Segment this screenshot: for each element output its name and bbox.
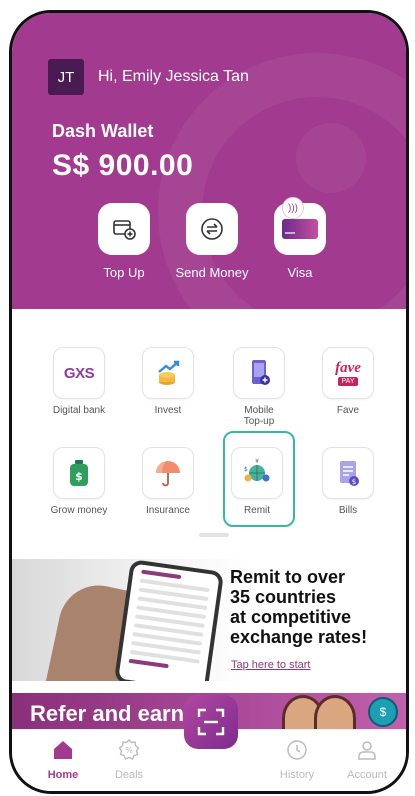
remit-promo-banner[interactable]: Remit to over 35 countries at competitiv… (12, 559, 406, 681)
greeting-text: Hi, Emily Jessica Tan (98, 68, 249, 85)
banner-headline: Remit to over 35 countries at competitiv… (230, 567, 368, 647)
nav-home-label: Home (47, 769, 79, 781)
top-up-icon[interactable] (98, 203, 150, 255)
contactless-icon: ))) (282, 197, 304, 219)
fave-label: Fave (336, 405, 360, 416)
send-money-icon[interactable] (186, 203, 238, 255)
digital-bank-label: Digital bank (52, 405, 106, 416)
refer-title: Refer and earn (30, 701, 185, 726)
banner-cta-link[interactable]: Tap here to start (231, 659, 311, 671)
scan-icon (197, 708, 225, 736)
history-clock-icon (287, 740, 307, 760)
account-icon (358, 741, 376, 760)
invest-tile[interactable]: Invest (122, 347, 214, 416)
dollar-coin-icon: $ (368, 697, 398, 727)
umbrella-icon[interactable] (142, 447, 194, 499)
invest-icon[interactable] (142, 347, 194, 399)
deals-icon: % (118, 739, 140, 760)
nav-account[interactable]: Account (332, 738, 402, 781)
insurance-label: Insurance (146, 505, 190, 516)
nav-history[interactable]: History (262, 738, 332, 781)
nav-history-label: History (279, 769, 315, 781)
person-illustration (314, 695, 356, 733)
remit-highlight (223, 431, 295, 527)
nav-home[interactable]: Home (28, 738, 98, 781)
wallet-header: JT Hi, Emily Jessica Tan Dash Wallet S$ … (12, 13, 406, 309)
insurance-tile[interactable]: Insurance (122, 447, 214, 516)
mobile-topup-tile[interactable]: Mobile Top-up (213, 347, 305, 427)
svg-text:$: $ (75, 470, 83, 483)
wallet-balance: S$ 900.00 (52, 149, 194, 182)
nav-deals[interactable]: % Deals (94, 738, 164, 781)
grow-money-icon[interactable]: $ (53, 447, 105, 499)
mobile-topup-label: Mobile Top-up (243, 405, 275, 427)
bills-icon[interactable]: $ (322, 447, 374, 499)
mobile-topup-icon[interactable] (233, 347, 285, 399)
digital-bank-tile[interactable]: GXS Digital bank (33, 347, 125, 416)
grow-money-label: Grow money (50, 505, 108, 516)
fave-pay-badge: PAY (337, 376, 359, 386)
grow-money-tile[interactable]: $ Grow money (33, 447, 125, 516)
avatar[interactable]: JT (48, 59, 84, 95)
drag-handle[interactable] (199, 533, 229, 537)
scan-qr-button[interactable] (184, 695, 238, 749)
home-icon (54, 741, 72, 759)
gxs-logo-icon[interactable]: GXS (53, 347, 105, 399)
phone-illustration (113, 559, 225, 681)
wallet-label: Dash Wallet (52, 121, 154, 141)
bills-label: Bills (338, 505, 358, 516)
bills-tile[interactable]: $ Bills (302, 447, 394, 516)
phone-frame: JT Hi, Emily Jessica Tan Dash Wallet S$ … (9, 10, 409, 794)
user-profile[interactable]: JT Hi, Emily Jessica Tan (48, 59, 249, 95)
invest-label: Invest (154, 405, 182, 416)
fave-logo-text: fave (335, 359, 361, 376)
svg-text:%: % (125, 746, 133, 755)
gxs-logo-text: GXS (63, 364, 95, 382)
screen: JT Hi, Emily Jessica Tan Dash Wallet S$ … (0, 0, 415, 796)
fave-tile[interactable]: fave PAY Fave (302, 347, 394, 416)
fave-logo-icon[interactable]: fave PAY (322, 347, 374, 399)
visa-button[interactable]: ))) Visa (240, 197, 360, 280)
visa-card-icon[interactable]: ))) (274, 197, 326, 255)
nav-account-label: Account (347, 769, 387, 781)
nav-deals-label: Deals (114, 769, 144, 781)
decorative-circle (296, 123, 366, 193)
visa-label: Visa (287, 265, 313, 280)
svg-text:$: $ (352, 478, 356, 486)
